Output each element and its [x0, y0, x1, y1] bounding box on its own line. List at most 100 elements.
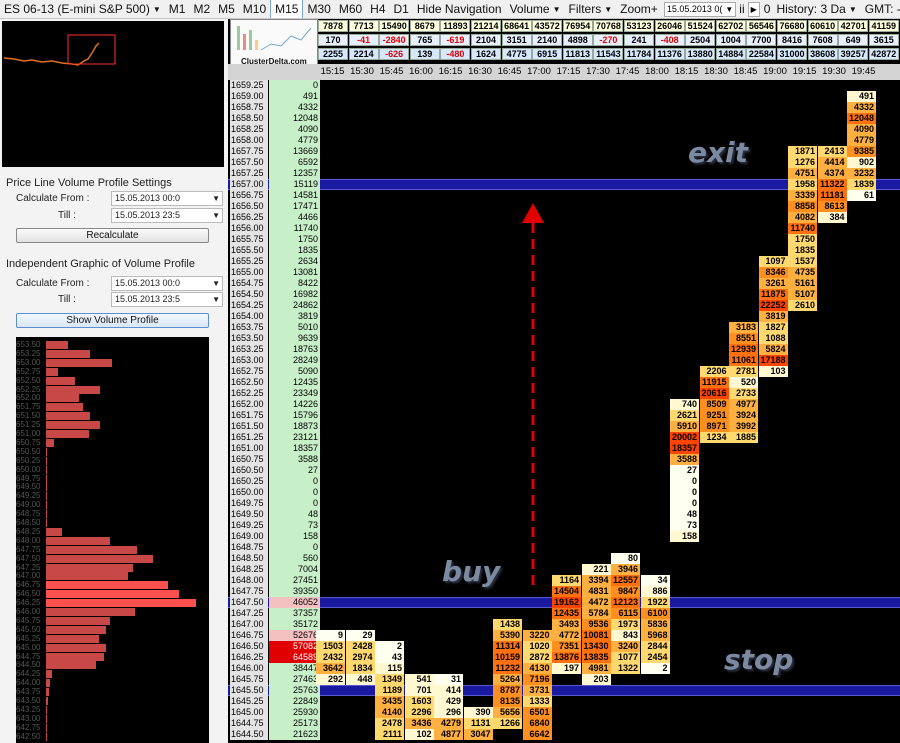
profile-bar [46, 688, 49, 697]
cluster-chart[interactable]: ClusterDelta.com 7878 7713 15490 8679 11893 2… [228, 19, 900, 743]
profile-price-label: 653.00 [16, 357, 41, 367]
total-volume-cell: 491 [269, 91, 320, 102]
tab-m2[interactable]: M2 [189, 0, 214, 18]
profile-price-label: 653.25 [16, 348, 41, 358]
total-volume-cell: 0 [269, 476, 320, 487]
cluster-cell: 1322 [611, 663, 640, 674]
cluster-cell: 491 [847, 91, 876, 102]
total-volume-cell: 8422 [269, 278, 320, 289]
cluster-cell: 5107 [788, 289, 817, 300]
price-label: 1655.50 [230, 245, 268, 256]
price-label: 1650.25 [230, 476, 268, 487]
total-volume-cell: 27463 [269, 674, 320, 685]
cluster-cell: 12435 [552, 608, 581, 619]
date-select[interactable]: 15.05.2013 0(▼ [663, 1, 737, 17]
price-label: 1656.00 [230, 223, 268, 234]
history-select[interactable]: History: 3 Da ▼ [772, 0, 860, 18]
summary-delta-cell: 1004 [715, 34, 746, 46]
cluster-cell: 5836 [640, 619, 670, 630]
cluster-cell: 1097 [758, 256, 788, 267]
total-volume-cell: 57082 [269, 641, 320, 652]
total-volume-cell: 13669 [269, 146, 320, 157]
summary-cum-delta-cell: 1624 [471, 48, 501, 60]
chevron-down-icon: ▼ [848, 4, 857, 14]
gmt-select[interactable]: GMT: - [861, 0, 900, 18]
navigation-minichart[interactable] [2, 21, 224, 167]
play-button[interactable]: ▶ [747, 1, 760, 17]
profile-bar [46, 403, 83, 412]
tab-d1[interactable]: D1 [390, 0, 413, 18]
profile-bar [46, 349, 90, 358]
profile-bar [46, 492, 47, 501]
profile-bar [46, 438, 55, 447]
tab-m30[interactable]: M30 [303, 0, 334, 18]
tab-h4[interactable]: H4 [366, 0, 389, 18]
profile-price-label: 652.00 [16, 393, 41, 403]
cluster-cell: 2428 [345, 641, 375, 652]
summary-cum-delta-cell: 11813 [562, 48, 593, 60]
cluster-cell: 20616 [699, 388, 729, 399]
cluster-cell: 73 [670, 520, 699, 531]
tab-m15[interactable]: M15 [270, 0, 304, 18]
hide-navigation-button[interactable]: Hide Navigation [413, 0, 506, 18]
cluster-cell: 1839 [847, 179, 876, 190]
total-volume-cell: 3819 [269, 311, 320, 322]
total-volume-cell: 18873 [269, 421, 320, 432]
volume-menu[interactable]: Volume ▼ [506, 0, 565, 18]
cluster-cell: 5161 [788, 278, 817, 289]
price-label: 1654.00 [230, 311, 268, 322]
profile-price-label: 650.50 [16, 446, 41, 456]
summary-cum-delta-cell: 139 [409, 48, 440, 60]
price-label: 1650.75 [230, 454, 268, 465]
till-input[interactable]: 15.05.2013 23:5 ▼ [111, 292, 223, 307]
time-label: 16:45 [497, 66, 522, 77]
total-volume-cell: 14226 [269, 399, 320, 410]
tab-m10[interactable]: M10 [239, 0, 270, 18]
minichart-viewport-rect[interactable] [67, 34, 116, 65]
cluster-cell: 4977 [729, 399, 758, 410]
cluster-cell: 11875 [758, 289, 788, 300]
price-label: 1658.50 [230, 113, 268, 124]
filters-menu[interactable]: Filters ▼ [565, 0, 617, 18]
total-volume-cell: 38447 [269, 663, 320, 674]
summary-volume-cell: 7878 [318, 20, 348, 32]
time-label: 18:00 [645, 66, 669, 77]
cluster-cell: 3436 [404, 718, 434, 729]
cluster-cell: 197 [552, 663, 581, 674]
total-volume-cell: 5090 [269, 366, 320, 377]
cluster-cell: 2206 [699, 366, 729, 377]
instrument-selector[interactable]: ES 06-13 (E-mini S&P 500) ▼ [0, 0, 165, 18]
cluster-cell: 3183 [729, 322, 758, 333]
price-label: 1653.75 [230, 322, 268, 333]
tab-m60[interactable]: M60 [335, 0, 366, 18]
cluster-cell: 48 [670, 509, 699, 520]
profile-price-label: 642.75 [16, 722, 41, 732]
price-label: 1649.00 [230, 531, 268, 542]
summary-volume-cell: 62702 [715, 20, 746, 32]
cluster-cell: 5656 [493, 707, 522, 718]
cluster-cell: 2454 [640, 652, 670, 663]
clusterdelta-logo: ClusterDelta.com [230, 19, 318, 69]
show-volume-profile-button[interactable]: Show Volume Profile [16, 313, 209, 328]
calc-from-input[interactable]: 15.05.2013 00:0 ▼ [111, 191, 223, 206]
tab-m1[interactable]: M1 [165, 0, 190, 18]
profile-bar [46, 599, 196, 608]
profile-price-label: 646.50 [16, 589, 41, 599]
cluster-cell: 2 [640, 663, 670, 674]
zoom-menu[interactable]: Zoom+ [616, 0, 662, 18]
cluster-cell: 296 [434, 707, 463, 718]
tab-m5[interactable]: M5 [214, 0, 239, 18]
cluster-cell: 1958 [788, 179, 817, 190]
profile-bar [46, 510, 47, 519]
profile-price-label: 646.75 [16, 580, 41, 590]
profile-price-label: 652.75 [16, 366, 41, 376]
calc-from-input[interactable]: 15.05.2013 00:0 ▼ [111, 276, 223, 291]
cluster-cell: 6840 [522, 718, 552, 729]
recalculate-button[interactable]: Recalculate [16, 228, 209, 243]
up-arrow-icon [522, 203, 544, 591]
profile-bar [46, 501, 47, 510]
total-volume-cell: 35172 [269, 619, 320, 630]
total-volume-cell: 17471 [269, 201, 320, 212]
till-input[interactable]: 15.05.2013 23:5 ▼ [111, 208, 223, 223]
price-label: 1652.50 [230, 377, 268, 388]
